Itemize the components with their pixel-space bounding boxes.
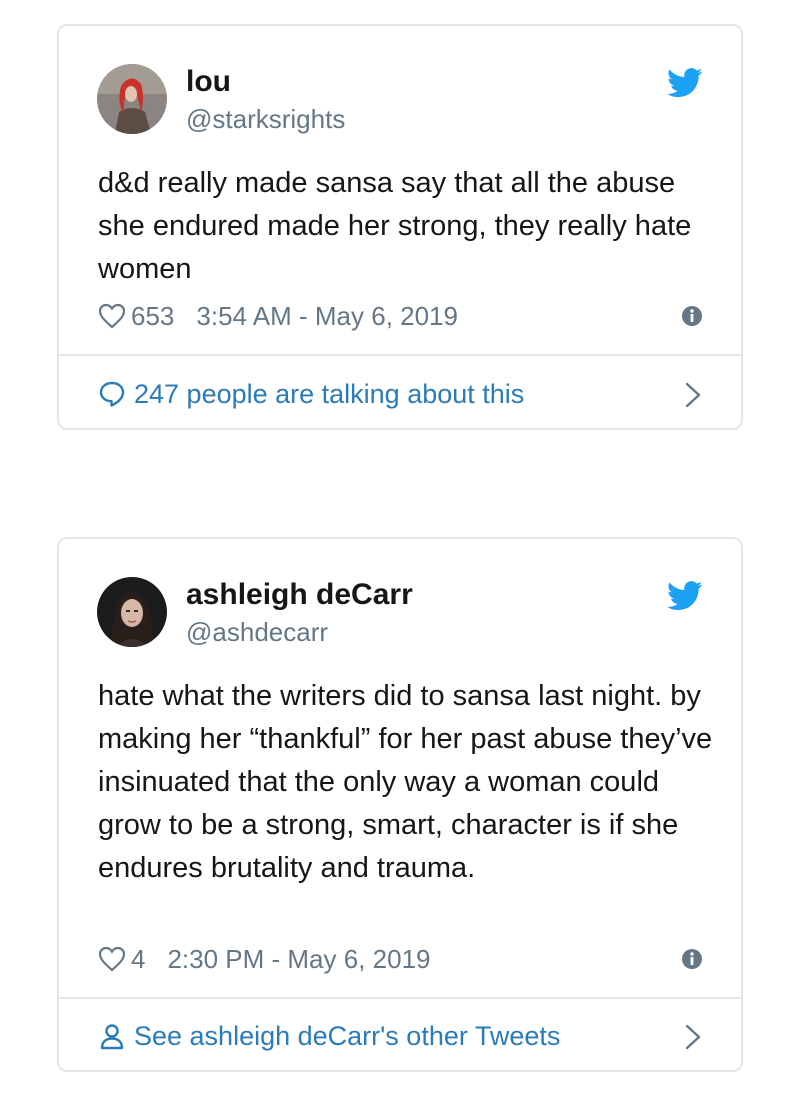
twitter-bird-icon[interactable] xyxy=(667,68,703,98)
profile-tweets-link[interactable]: See ashleigh deCarr's other Tweets xyxy=(98,1016,703,1056)
display-name[interactable]: ashleigh deCarr xyxy=(186,577,413,613)
avatar[interactable] xyxy=(97,64,167,134)
chevron-right-icon[interactable] xyxy=(685,1024,701,1050)
divider xyxy=(59,997,741,999)
tweet-header: lou @starksrights xyxy=(59,26,741,134)
tweet-timestamp[interactable]: 2:30 PM - May 6, 2019 xyxy=(167,944,430,974)
profile-tweets-link-label[interactable]: See ashleigh deCarr's other Tweets xyxy=(134,1021,560,1051)
tweet-meta: 4 2:30 PM - May 6, 2019 xyxy=(98,941,703,977)
divider xyxy=(59,354,741,356)
tweet-meta: 653 3:54 AM - May 6, 2019 xyxy=(98,298,703,334)
tweet-text: d&d really made sansa say that all the a… xyxy=(98,167,692,285)
chevron-right-icon[interactable] xyxy=(685,382,701,408)
info-icon[interactable] xyxy=(681,948,703,970)
heart-icon[interactable] xyxy=(98,946,126,972)
conversation-link-label[interactable]: 247 people are talking about this xyxy=(134,379,524,409)
like-count[interactable]: 4 xyxy=(131,944,145,974)
tweet-text: hate what the writers did to sansa last … xyxy=(98,680,713,884)
avatar[interactable] xyxy=(97,577,167,647)
twitter-bird-icon[interactable] xyxy=(667,581,703,611)
person-icon xyxy=(100,1024,124,1050)
speech-bubble-icon xyxy=(99,381,125,407)
user-handle[interactable]: @ashdecarr xyxy=(186,617,328,647)
tweet-header: ashleigh deCarr @ashdecarr xyxy=(59,539,741,647)
like-count[interactable]: 653 xyxy=(131,301,174,331)
heart-icon[interactable] xyxy=(98,303,126,329)
info-icon[interactable] xyxy=(681,305,703,327)
user-handle[interactable]: @starksrights xyxy=(186,104,345,134)
tweet-card: lou @starksrights d&d really made sansa … xyxy=(57,24,743,430)
display-name[interactable]: lou xyxy=(186,64,231,100)
tweet-timestamp[interactable]: 3:54 AM - May 6, 2019 xyxy=(196,301,458,331)
tweet-card: ashleigh deCarr @ashdecarr hate what the… xyxy=(57,537,743,1072)
conversation-link[interactable]: 247 people are talking about this xyxy=(98,374,703,414)
